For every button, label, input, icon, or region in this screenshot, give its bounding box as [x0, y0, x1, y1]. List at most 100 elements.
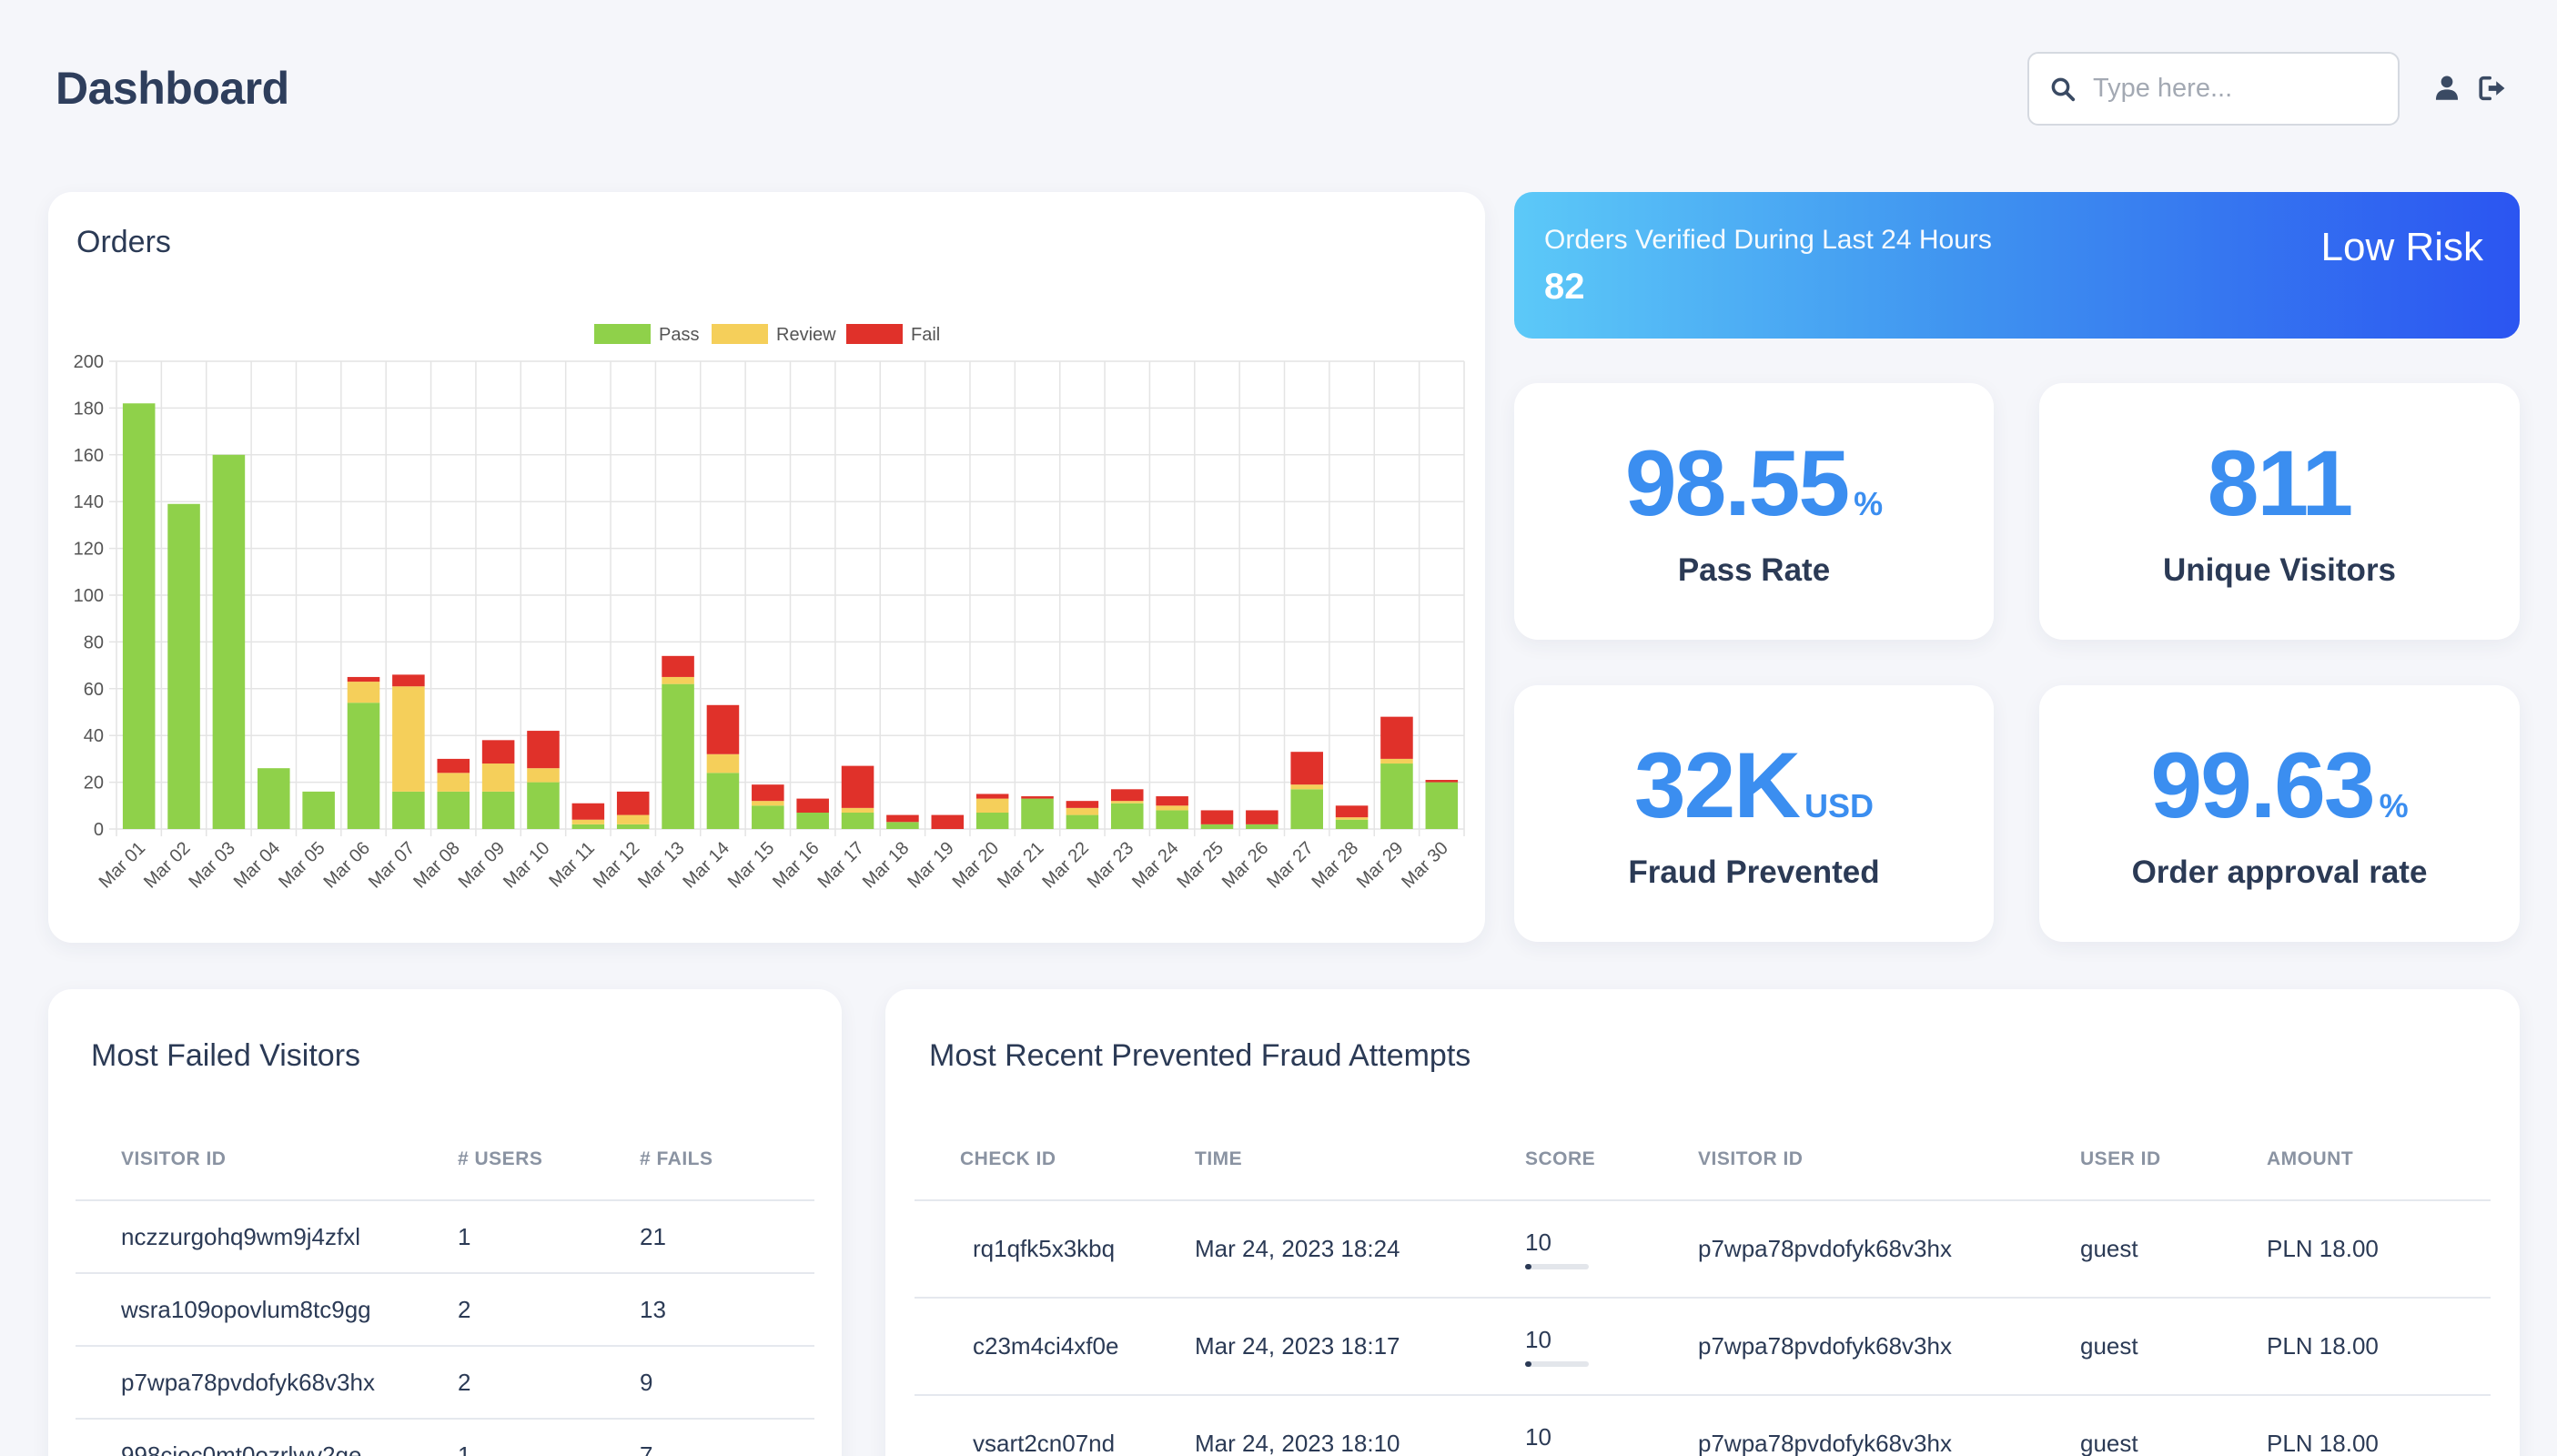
table-row[interactable]: vsart2cn07nd Mar 24, 2023 18:10 10 p7wpa… [915, 1395, 2491, 1456]
legend-swatch-review [712, 324, 768, 344]
column-header-user-id[interactable]: USER ID [2080, 1118, 2267, 1201]
bar-pass [886, 822, 919, 829]
search-input[interactable] [2093, 74, 2384, 104]
bar-pass [258, 768, 290, 829]
bar-pass [796, 813, 829, 829]
bar-fail [1066, 801, 1099, 808]
fraud-attempts-card: Most Recent Prevented Fraud Attempts CHE… [885, 989, 2520, 1456]
y-tick-label: 100 [74, 586, 104, 606]
visitor-id-cell[interactable]: nczzurgohq9wm9j4zfxl [76, 1200, 458, 1274]
column-header-users[interactable]: # USERS [458, 1118, 640, 1201]
bar-pass [1425, 782, 1459, 829]
check-id-cell[interactable]: c23m4ci4xf0e [915, 1298, 1195, 1396]
pass-rate-value: 98.55 [1624, 431, 1850, 535]
logout-icon[interactable] [2477, 73, 2508, 104]
unique-visitors-card: 811 Unique Visitors [2039, 383, 2520, 640]
bar-fail [1156, 796, 1188, 806]
column-header-time[interactable]: TIME [1195, 1118, 1525, 1201]
fraud-prevented-card: 32K USD Fraud Prevented [1514, 685, 1994, 942]
bar-fail [796, 798, 829, 814]
visitor-id-cell[interactable]: wsra109opovlum8tc9gg [76, 1273, 458, 1347]
visitor-id-cell[interactable]: p7wpa78pvdofyk68v3hx [1698, 1395, 2080, 1456]
bar-review [752, 801, 784, 806]
column-header-amount[interactable]: AMOUNT [2267, 1118, 2491, 1201]
bar-review [841, 807, 874, 814]
failed-visitors-card: Most Failed Visitors VISITOR ID # USERS … [48, 989, 842, 1456]
bar-pass [167, 503, 200, 829]
bar-pass [1110, 803, 1144, 829]
user-icon[interactable] [2431, 73, 2462, 104]
score-cell: 10 [1525, 1395, 1698, 1456]
y-tick-label: 120 [74, 540, 104, 560]
bar-fail [886, 814, 919, 823]
table-row[interactable]: wsra109opovlum8tc9gg 2 13 [76, 1273, 814, 1347]
x-tick-label: Mar 24 [1128, 838, 1183, 893]
bar-fail [841, 765, 874, 808]
bar-review [616, 814, 650, 824]
bar-review [975, 798, 1009, 814]
bar-fail [481, 740, 515, 764]
risk-card-label: Orders Verified During Last 24 Hours [1544, 225, 1992, 255]
bar-pass [392, 791, 425, 829]
bar-pass [1021, 798, 1054, 829]
bar-fail [571, 803, 605, 820]
x-tick-label: Mar 27 [1263, 838, 1318, 893]
amount-cell: PLN 18.00 [2267, 1200, 2491, 1299]
bar-pass [1335, 819, 1369, 829]
bar-review [571, 819, 605, 824]
fails-cell: 13 [640, 1273, 814, 1347]
bar-fail [1110, 789, 1144, 802]
table-row[interactable]: nczzurgohq9wm9j4zfxl 1 21 [76, 1200, 814, 1274]
x-tick-label: Mar 30 [1398, 838, 1452, 893]
check-id-cell[interactable]: rq1qfk5x3kbq [915, 1200, 1195, 1299]
pass-rate-card: 98.55% Pass Rate [1514, 383, 1994, 640]
time-cell: Mar 24, 2023 18:17 [1195, 1298, 1525, 1396]
failed-visitors-table: VISITOR ID # USERS # FAILS nczzurgohq9wm… [76, 1118, 814, 1456]
visitor-id-cell[interactable]: p7wpa78pvdofyk68v3hx [1698, 1200, 2080, 1299]
x-tick-label: Mar 01 [96, 838, 150, 893]
visitor-id-cell[interactable]: p7wpa78pvdofyk68v3hx [1698, 1298, 2080, 1396]
bar-review [1290, 784, 1323, 790]
bar-fail [616, 791, 650, 815]
unique-visitors-label: Unique Visitors [2162, 552, 2397, 588]
bar-pass [437, 791, 470, 829]
table-header-row: CHECK ID TIME SCORE VISITOR ID USER ID A… [915, 1118, 2491, 1201]
x-tick-label: Mar 26 [1218, 838, 1273, 893]
score-value: 10 [1525, 1423, 1551, 1451]
check-id-cell[interactable]: vsart2cn07nd [915, 1395, 1195, 1456]
risk-card-value: 82 [1544, 267, 1585, 307]
x-tick-label: Mar 15 [724, 838, 779, 893]
x-tick-label: Mar 09 [455, 838, 510, 893]
pass-rate-label: Pass Rate [1677, 552, 1831, 588]
fails-cell: 7 [640, 1419, 814, 1456]
bar-fail [752, 784, 784, 802]
fraud-prevented-unit: USD [1804, 787, 1875, 824]
bar-pass [302, 791, 335, 829]
bar-pass [975, 813, 1009, 829]
pass-rate-unit: % [1854, 485, 1884, 522]
table-row[interactable]: 998cjoc0mt0ozrlwv2ge 1 7 [76, 1419, 814, 1456]
visitor-id-cell[interactable]: p7wpa78pvdofyk68v3hx [76, 1346, 458, 1420]
x-tick-label: Mar 19 [904, 838, 958, 893]
bar-review [706, 753, 740, 774]
column-header-visitor-id[interactable]: VISITOR ID [76, 1118, 458, 1201]
table-row[interactable]: p7wpa78pvdofyk68v3hx 2 9 [76, 1346, 814, 1420]
column-header-check-id[interactable]: CHECK ID [915, 1118, 1195, 1201]
users-cell: 1 [458, 1200, 640, 1274]
column-header-fails[interactable]: # FAILS [640, 1118, 814, 1201]
y-tick-label: 160 [74, 446, 104, 466]
column-header-visitor-id[interactable]: VISITOR ID [1698, 1118, 2080, 1201]
visitor-id-cell[interactable]: 998cjoc0mt0ozrlwv2ge [76, 1419, 458, 1456]
bar-pass [212, 454, 246, 829]
approval-rate-label: Order approval rate [2131, 854, 2428, 890]
bar-review [481, 763, 515, 792]
bar-pass [481, 791, 515, 829]
x-tick-label: Mar 02 [140, 838, 195, 893]
table-row[interactable]: rq1qfk5x3kbq Mar 24, 2023 18:24 10 p7wpa… [915, 1200, 2491, 1299]
fraud-prevented-value-wrap: 32K USD [1514, 733, 1994, 839]
bar-pass [1200, 824, 1234, 829]
search-box[interactable] [2027, 52, 2400, 126]
column-header-score[interactable]: SCORE [1525, 1118, 1698, 1201]
table-row[interactable]: c23m4ci4xf0e Mar 24, 2023 18:17 10 p7wpa… [915, 1298, 2491, 1396]
bar-review [347, 682, 380, 703]
